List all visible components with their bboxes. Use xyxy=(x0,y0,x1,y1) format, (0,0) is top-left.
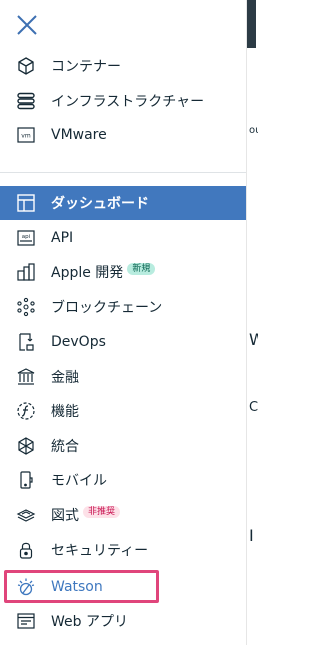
schematics-label: 図式 xyxy=(51,508,79,524)
new-badge: 新規 xyxy=(127,263,156,275)
cube-icon xyxy=(16,56,36,76)
apple-dev-icon xyxy=(16,262,36,282)
menu-item-schematics[interactable]: 図式 非推奨 xyxy=(0,498,246,532)
menu-item-devops[interactable]: DevOps xyxy=(0,325,246,359)
menu-item-watson[interactable]: Watson xyxy=(0,570,246,604)
web-app-icon xyxy=(16,611,36,631)
menu-item-label: Watson xyxy=(51,579,103,595)
menu-item-label: 機能 xyxy=(51,404,79,420)
server-stack-icon xyxy=(16,91,36,111)
menu-item-label: セキュリティー xyxy=(51,543,149,559)
mobile-icon xyxy=(16,470,36,490)
menu-item-security[interactable]: セキュリティー xyxy=(0,533,246,567)
menu-item-functions[interactable]: 機能 xyxy=(0,394,246,428)
deprecated-badge: 非推奨 xyxy=(83,506,121,518)
navigation-menu: コンテナー インフラストラクチャー vm VMware ダッシュボード api … xyxy=(0,0,246,645)
svg-text:api: api xyxy=(22,234,31,240)
apple-dev-label: Apple 開発 xyxy=(51,265,124,281)
close-icon xyxy=(14,12,40,38)
menu-item-infrastructure[interactable]: インフラストラクチャー xyxy=(0,84,246,118)
page-text-fragment: ou xyxy=(249,125,258,136)
menu-item-label: API xyxy=(51,230,74,246)
bank-icon xyxy=(16,367,36,387)
menu-item-integration[interactable]: 統合 xyxy=(0,429,246,463)
menu-item-label: DevOps xyxy=(51,334,106,350)
functions-icon xyxy=(16,401,36,421)
menu-item-label: コンテナー xyxy=(51,59,121,75)
watson-icon xyxy=(16,577,36,597)
menu-item-label: Web アプリ xyxy=(51,614,128,630)
dashboard-icon xyxy=(16,193,36,213)
page-text-fragment: I xyxy=(249,526,254,545)
integration-icon xyxy=(16,436,36,456)
header-bar xyxy=(247,0,256,48)
menu-item-label: Apple 開発 新規 xyxy=(51,262,156,282)
menu-item-label: VMware xyxy=(51,127,107,143)
menu-item-containers[interactable]: コンテナー xyxy=(0,49,246,83)
svg-text:vm: vm xyxy=(21,133,31,140)
menu-item-label: 図式 非推奨 xyxy=(51,505,121,525)
menu-item-mobile[interactable]: モバイル xyxy=(0,463,246,497)
menu-item-label: ブロックチェーン xyxy=(51,300,163,316)
menu-divider xyxy=(0,172,246,173)
lock-icon xyxy=(16,540,36,560)
page-text-fragment: C xyxy=(249,400,258,415)
menu-item-label: モバイル xyxy=(51,473,107,489)
menu-item-label: インフラストラクチャー xyxy=(51,94,205,110)
menu-item-apple-dev[interactable]: Apple 開発 新規 xyxy=(0,255,246,289)
close-menu-button[interactable] xyxy=(14,12,40,38)
menu-item-api[interactable]: api API xyxy=(0,221,246,255)
api-icon: api xyxy=(16,228,36,248)
schematics-icon xyxy=(16,505,36,525)
menu-item-web-apps[interactable]: Web アプリ xyxy=(0,604,246,638)
menu-item-label: 統合 xyxy=(51,439,79,455)
menu-item-label: ダッシュボード xyxy=(51,196,149,212)
blockchain-icon xyxy=(16,297,36,317)
vm-icon: vm xyxy=(16,125,36,145)
menu-item-finance[interactable]: 金融 xyxy=(0,360,246,394)
menu-item-label: 金融 xyxy=(51,370,79,386)
page-text-fragment: W xyxy=(249,330,258,349)
menu-item-blockchain[interactable]: ブロックチェーン xyxy=(0,290,246,324)
menu-item-dashboard[interactable]: ダッシュボード xyxy=(0,186,246,220)
menu-item-vmware[interactable]: vm VMware xyxy=(0,118,246,152)
background-page-edge: ou W C I xyxy=(246,0,258,645)
devops-icon xyxy=(16,332,36,352)
